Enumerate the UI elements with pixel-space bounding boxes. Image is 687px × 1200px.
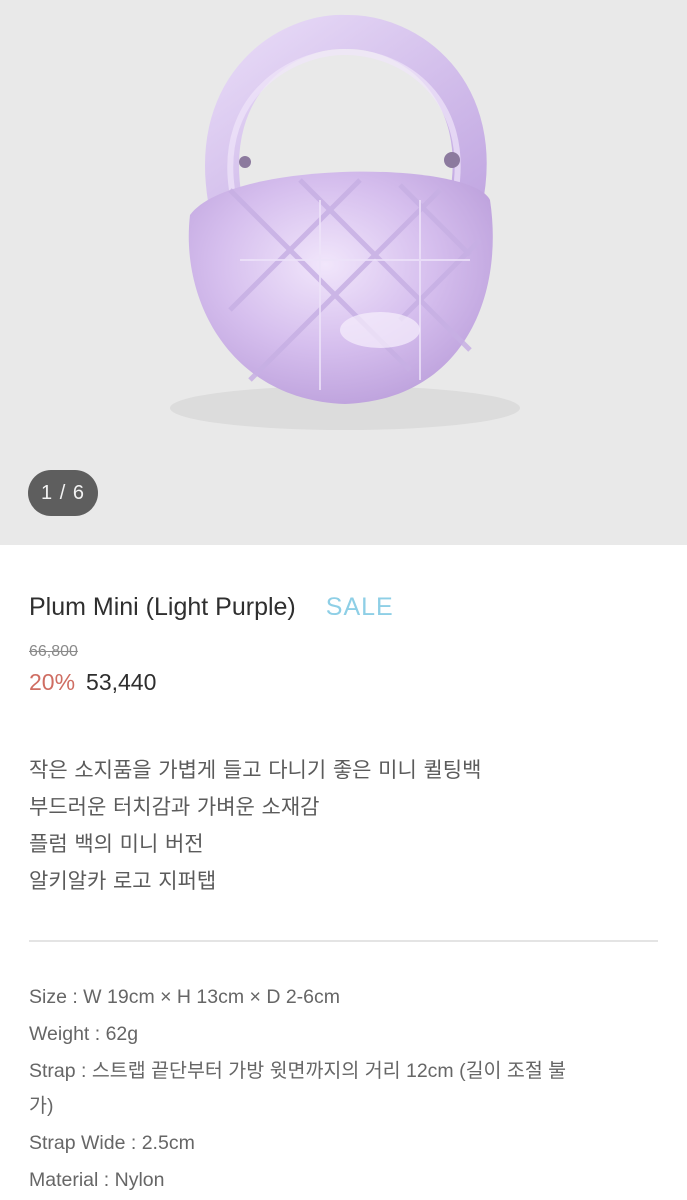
description-line: 작은 소지품을 가볍게 들고 다니기 좋은 미니 퀼팅백	[29, 758, 482, 782]
spec-size: Size : W 19cm × H 13cm × D 2-6cm	[29, 986, 341, 1008]
spec-weight: Weight : 62g	[29, 1023, 139, 1045]
original-price: 66,800	[29, 643, 78, 660]
product-info: Plum Mini (Light Purple) SALE 66,800 20%…	[0, 589, 687, 1199]
spec-strap: Strap : 스트랩 끝단부터 가방 윗면까지의 거리 12cm (길이 조절…	[29, 1060, 567, 1082]
product-description: 작은 소지품을 가볍게 들고 다니기 좋은 미니 퀼팅백 부드러운 터치감과 가…	[29, 752, 658, 900]
description-line: 부드러운 터치감과 가벼운 소재감	[29, 795, 320, 819]
title-row: Plum Mini (Light Purple) SALE	[29, 589, 658, 625]
product-image-gallery[interactable]: 1 / 6	[0, 0, 687, 545]
spec-strap-continued: 가)	[29, 1095, 54, 1117]
description-line: 알키알카 로고 지퍼탭	[29, 869, 217, 893]
bag-image	[170, 14, 520, 430]
image-counter-badge: 1 / 6	[28, 470, 98, 516]
product-specs: Size : W 19cm × H 13cm × D 2-6cm Weight …	[29, 979, 658, 1199]
sale-badge: SALE	[325, 592, 394, 621]
description-line: 플럼 백의 미니 버전	[29, 832, 204, 856]
sale-price: 53,440	[86, 669, 157, 695]
spec-strap-wide: Strap Wide : 2.5cm	[29, 1132, 195, 1154]
price-row: 20% 53,440	[29, 669, 658, 696]
discount-rate: 20%	[29, 669, 76, 695]
product-title: Plum Mini (Light Purple)	[29, 592, 296, 621]
section-divider	[29, 940, 658, 942]
spec-material: Material : Nylon	[29, 1169, 165, 1191]
